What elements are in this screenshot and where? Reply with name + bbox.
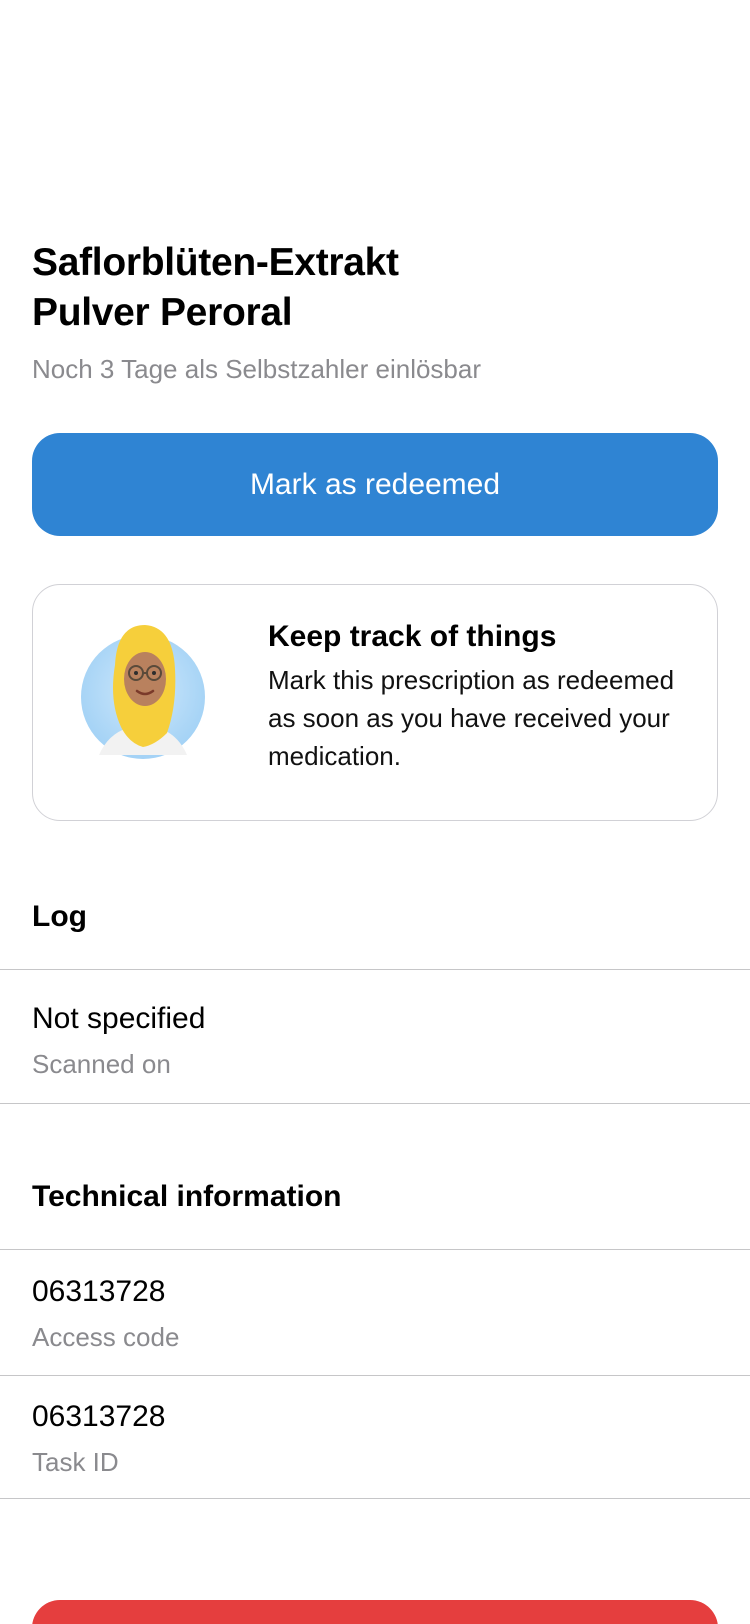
delete-button[interactable] (32, 1600, 718, 1624)
access-code-label: Access code (32, 1322, 180, 1352)
log-section-header: Log (32, 900, 87, 933)
pharmacist-avatar (81, 615, 211, 765)
page-subtitle: Noch 3 Tage als Selbstzahler einlösbar (32, 354, 482, 384)
hint-body: Mark this prescription as redeemed as so… (268, 665, 675, 771)
divider (0, 1249, 750, 1250)
access-code-value: 06313728 (32, 1275, 166, 1308)
mark-as-redeemed-button[interactable]: Mark as redeemed (32, 433, 718, 536)
title-line-2: Pulver Peroral (32, 291, 293, 334)
divider (0, 1375, 750, 1376)
log-scanned-value: Not specified (32, 1002, 206, 1035)
divider (0, 1498, 750, 1499)
title-line-1: Saflorblüten-Extrakt (32, 241, 399, 284)
task-id-value: 06313728 (32, 1400, 166, 1433)
page-title: Saflorblüten-Extrakt Pulver Peroral (32, 238, 672, 338)
divider (0, 969, 750, 970)
technical-section-header: Technical information (32, 1180, 342, 1213)
mark-as-redeemed-label: Mark as redeemed (249, 467, 501, 501)
log-scanned-label: Scanned on (32, 1049, 171, 1079)
hint-title: Keep track of things (268, 620, 557, 653)
task-id-label: Task ID (32, 1447, 119, 1477)
hint-card: Keep track of things Mark this prescript… (32, 584, 718, 821)
divider (0, 1103, 750, 1104)
